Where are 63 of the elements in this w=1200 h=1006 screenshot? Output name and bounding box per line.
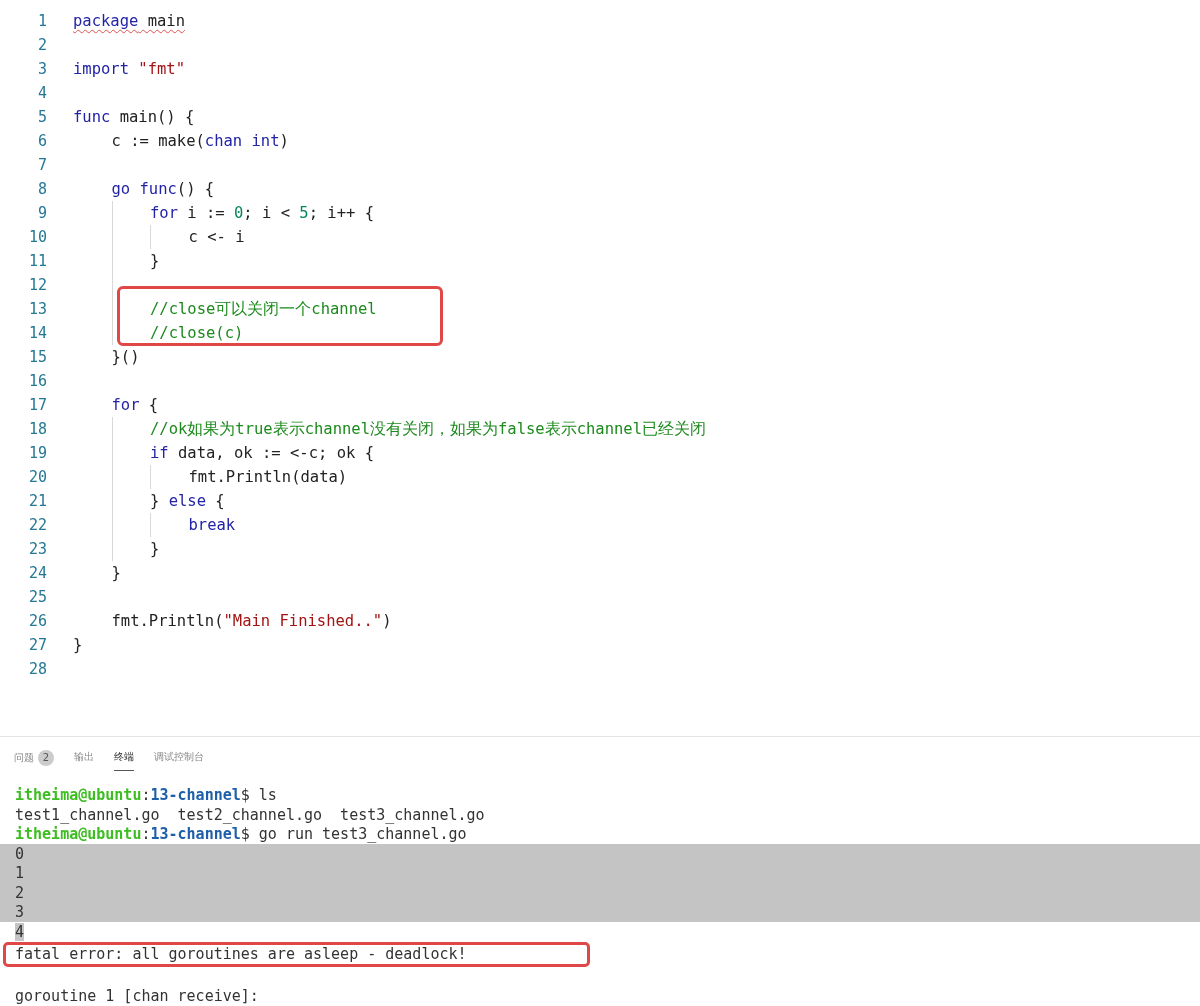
code-line: func main() {: [73, 108, 195, 126]
code-line: for i := 0; i < 5; i++ {: [150, 204, 374, 222]
line-number: 7: [36, 156, 47, 174]
terminal-line: goroutine 1 [chan receive]:: [15, 987, 259, 1006]
code-line: //close(c): [150, 324, 244, 342]
terminal-line: itheima@ubuntu:13-channel$ ls: [15, 786, 277, 805]
panel-tab[interactable]: 问题 2: [14, 746, 54, 773]
code-line: c <- i: [188, 228, 245, 246]
terminal-line: test1_channel.go test2_channel.go test3_channel.go: [15, 805, 485, 824]
panel-tab[interactable]: 终端: [114, 746, 134, 771]
terminal-line: 2: [15, 883, 25, 902]
line-number: 22: [27, 516, 47, 534]
code-line: c := make(chan int): [111, 132, 289, 150]
line-number: 21: [27, 492, 47, 510]
code-line: if data, ok := <-c; ok {: [150, 444, 374, 462]
terminal-line: itheima@ubuntu:13-channel$ go run test3_channel.go: [15, 825, 467, 844]
panel-tab[interactable]: 输出: [74, 746, 94, 771]
line-number: 4: [36, 84, 47, 102]
terminal-line: 0: [15, 844, 25, 863]
code-line: //ok如果为true表示channel没有关闭，如果为false表示channel已经关闭: [150, 420, 706, 438]
code-line: }: [150, 252, 160, 270]
code-line: fmt.Println("Main Finished.."): [111, 612, 392, 630]
line-number: 19: [27, 444, 47, 462]
code-line: fmt.Println(data): [188, 468, 348, 486]
line-number: 17: [27, 396, 47, 414]
line-number: 24: [27, 564, 47, 582]
line-number: 27: [27, 636, 47, 654]
code-line: //close可以关闭一个channel: [150, 300, 377, 318]
terminal-line: fatal error: all goroutines are asleep - deadlock!: [15, 945, 467, 964]
line-number: 8: [36, 180, 47, 198]
line-number: 12: [27, 276, 47, 294]
line-number: 26: [27, 612, 47, 630]
line-number: 15: [27, 348, 47, 366]
line-number: 11: [27, 252, 47, 270]
code-line: import "fmt": [73, 60, 185, 78]
line-number: 20: [27, 468, 47, 486]
line-number: 18: [27, 420, 47, 438]
code-line: break: [188, 516, 236, 534]
line-number: 6: [36, 132, 47, 150]
line-number: 13: [27, 300, 47, 318]
panel-tab[interactable]: 调试控制台: [154, 746, 204, 771]
line-number: 2: [36, 36, 47, 54]
line-number: 1: [36, 12, 47, 30]
count-badge: 2: [38, 749, 54, 766]
code-line: }: [111, 564, 121, 582]
line-number: 14: [27, 324, 47, 342]
line-number: 25: [27, 588, 47, 606]
code-line: } else {: [150, 492, 225, 510]
line-number: 5: [36, 108, 47, 126]
line-number: 23: [27, 540, 47, 558]
line-number: 16: [27, 372, 47, 390]
terminal-line: 3: [15, 903, 25, 922]
code-line: for {: [111, 396, 159, 414]
code-line: }: [73, 636, 83, 654]
line-number: 28: [27, 660, 47, 678]
code-line: }(): [111, 348, 140, 366]
code-line: go func() {: [111, 180, 215, 198]
line-number: 3: [36, 60, 47, 78]
terminal-line: 1: [15, 864, 25, 883]
line-number: 9: [36, 204, 47, 222]
line-number: 10: [27, 228, 47, 246]
code-line: }: [150, 540, 160, 558]
code-line: package main: [73, 12, 185, 32]
